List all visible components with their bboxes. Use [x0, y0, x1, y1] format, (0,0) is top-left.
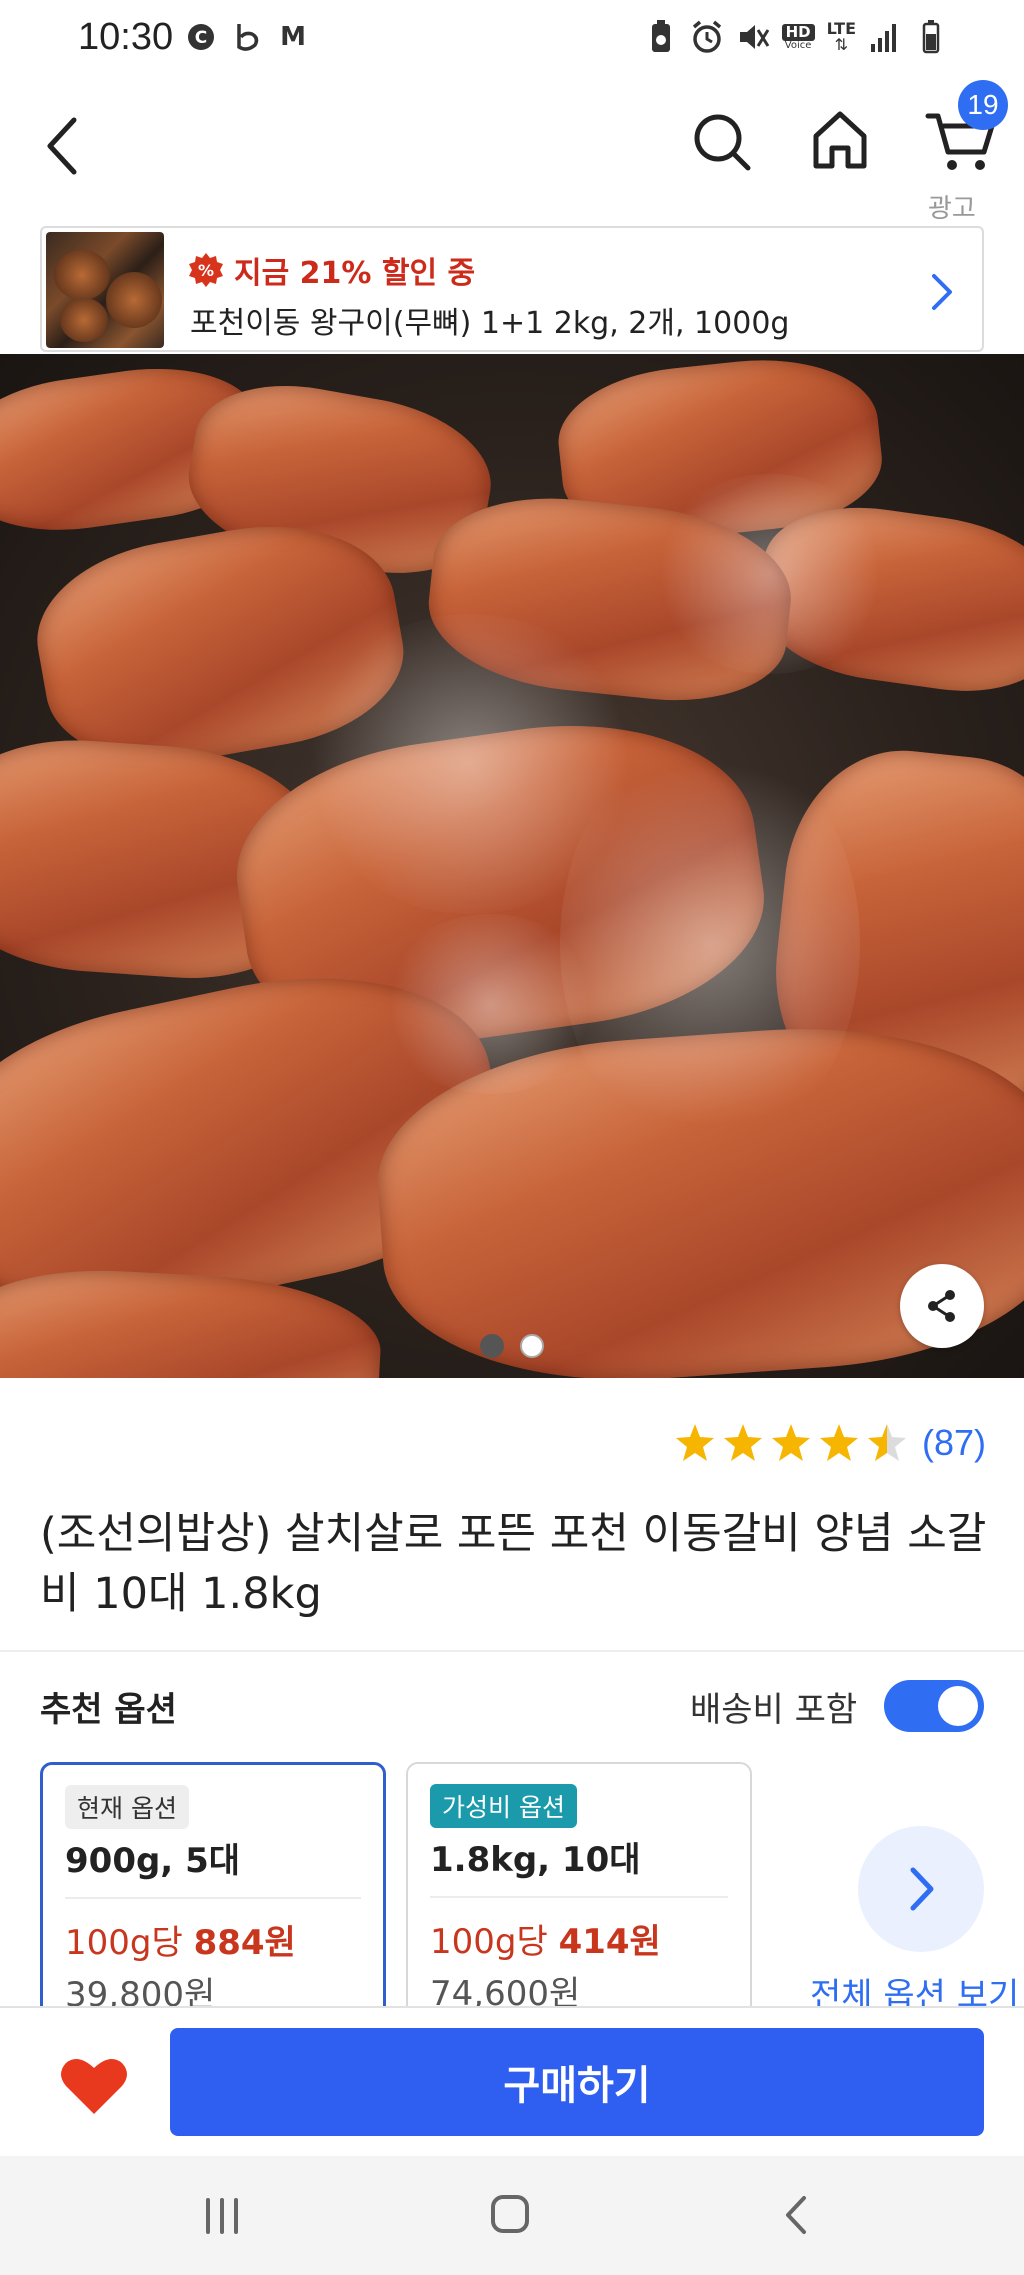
ad-product-name: 포천이동 왕구이(무뼈) 1+1 2kg, 2개, 1000g	[190, 306, 790, 341]
svg-text:%: %	[198, 261, 214, 280]
divider	[0, 1650, 1024, 1652]
unit-price-value: 884원	[193, 1923, 296, 1963]
carousel-dot-active	[480, 1334, 504, 1358]
shipping-included-label: 배송비 포함	[690, 1690, 858, 1730]
rating-row[interactable]: (87)	[674, 1422, 986, 1464]
recommended-options-title: 추천 옵션	[40, 1690, 177, 1730]
product-title: (조선의밥상) 살치살로 포뜬 포천 이동갈비 양념 소갈비 10대 1.8kg	[40, 1509, 987, 1619]
cart-count-badge: 19	[958, 80, 1008, 130]
mute-icon	[739, 25, 769, 49]
status-system-icons: HD Voice LTE ⇅	[644, 18, 948, 56]
unit-price-prefix: 100g당	[430, 1922, 559, 1962]
b-app-icon	[231, 20, 263, 54]
option-tag: 현재 옵션	[65, 1785, 189, 1829]
ad-thumbnail	[46, 232, 164, 348]
chevron-right-icon	[932, 274, 952, 310]
ad-banner[interactable]: % 지금 21% 할인 중 포천이동 왕구이(무뼈) 1+1 2kg, 2개, …	[40, 226, 984, 352]
product-image-carousel[interactable]	[0, 354, 1024, 1378]
carousel-dot	[520, 1334, 544, 1358]
gmail-icon: M	[280, 22, 306, 52]
divider	[65, 1897, 361, 1899]
option-card-value[interactable]: 가성비 옵션 1.8kg, 10대 100g당 414원 74,600원	[406, 1762, 752, 2022]
bottom-action-bar: 구매하기	[0, 2006, 1024, 2156]
system-nav-bar	[0, 2156, 1024, 2275]
share-button[interactable]	[900, 1264, 984, 1348]
star-icon	[676, 1424, 714, 1461]
hd-voice-sublabel: Voice	[784, 39, 812, 51]
option-card-current[interactable]: 현재 옵션 900g, 5대 100g당 884원 39,800원	[40, 1762, 386, 2022]
divider	[430, 1896, 728, 1898]
option-name: 900g, 5대	[65, 1841, 240, 1881]
ad-discount-row: % 지금 21% 할인 중	[188, 248, 475, 292]
discount-badge-icon: %	[189, 253, 223, 287]
review-count[interactable]: (87)	[922, 1422, 986, 1464]
lte-icon: LTE ⇅	[827, 21, 856, 53]
option-unit-price: 100g당 884원	[65, 1915, 296, 1964]
home-button-icon[interactable]	[488, 2192, 532, 2236]
hd-voice-label: HD	[781, 23, 815, 41]
battery-saver-icon	[651, 20, 670, 52]
view-all-options-button[interactable]	[858, 1826, 984, 1952]
signal-icon	[871, 24, 896, 52]
back-button-icon[interactable]	[780, 2192, 810, 2238]
share-icon	[928, 1290, 955, 1322]
toggle-knob	[938, 1686, 978, 1726]
option-tag: 가성비 옵션	[430, 1784, 577, 1828]
svg-text:C: C	[195, 28, 207, 48]
shipping-included-toggle[interactable]	[884, 1680, 984, 1732]
lte-arrows: ⇅	[834, 35, 848, 54]
buy-button[interactable]: 구매하기	[170, 2028, 984, 2136]
heart-icon[interactable]	[58, 2054, 130, 2118]
star-half-icon	[868, 1424, 906, 1461]
star-icon	[724, 1424, 762, 1461]
ad-label: 광고	[928, 194, 976, 224]
battery-icon	[922, 20, 940, 54]
status-time: 10:30	[78, 16, 174, 58]
chevron-right-icon	[910, 1867, 934, 1911]
ad-discount-text: 지금 21% 할인 중	[234, 256, 476, 291]
back-icon[interactable]	[34, 98, 90, 192]
search-icon[interactable]	[688, 102, 756, 178]
meat-piece	[0, 1263, 384, 1378]
top-nav-bar	[0, 80, 1024, 220]
unit-price-value: 414원	[558, 1922, 661, 1962]
recent-apps-icon[interactable]	[200, 2196, 244, 2236]
star-icon	[772, 1424, 810, 1461]
star-icon	[820, 1424, 858, 1461]
unit-price-prefix: 100g당	[65, 1923, 194, 1963]
home-icon[interactable]	[806, 102, 874, 178]
status-notification-icons: C M	[185, 20, 309, 54]
alarm-icon	[692, 20, 721, 53]
option-name: 1.8kg, 10대	[430, 1840, 641, 1880]
status-bar: 10:30 C M HD Voice LTE ⇅	[0, 0, 1024, 80]
c-app-icon: C	[185, 20, 217, 54]
hd-voice-icon: HD Voice	[781, 23, 815, 51]
option-unit-price: 100g당 414원	[430, 1914, 661, 1963]
